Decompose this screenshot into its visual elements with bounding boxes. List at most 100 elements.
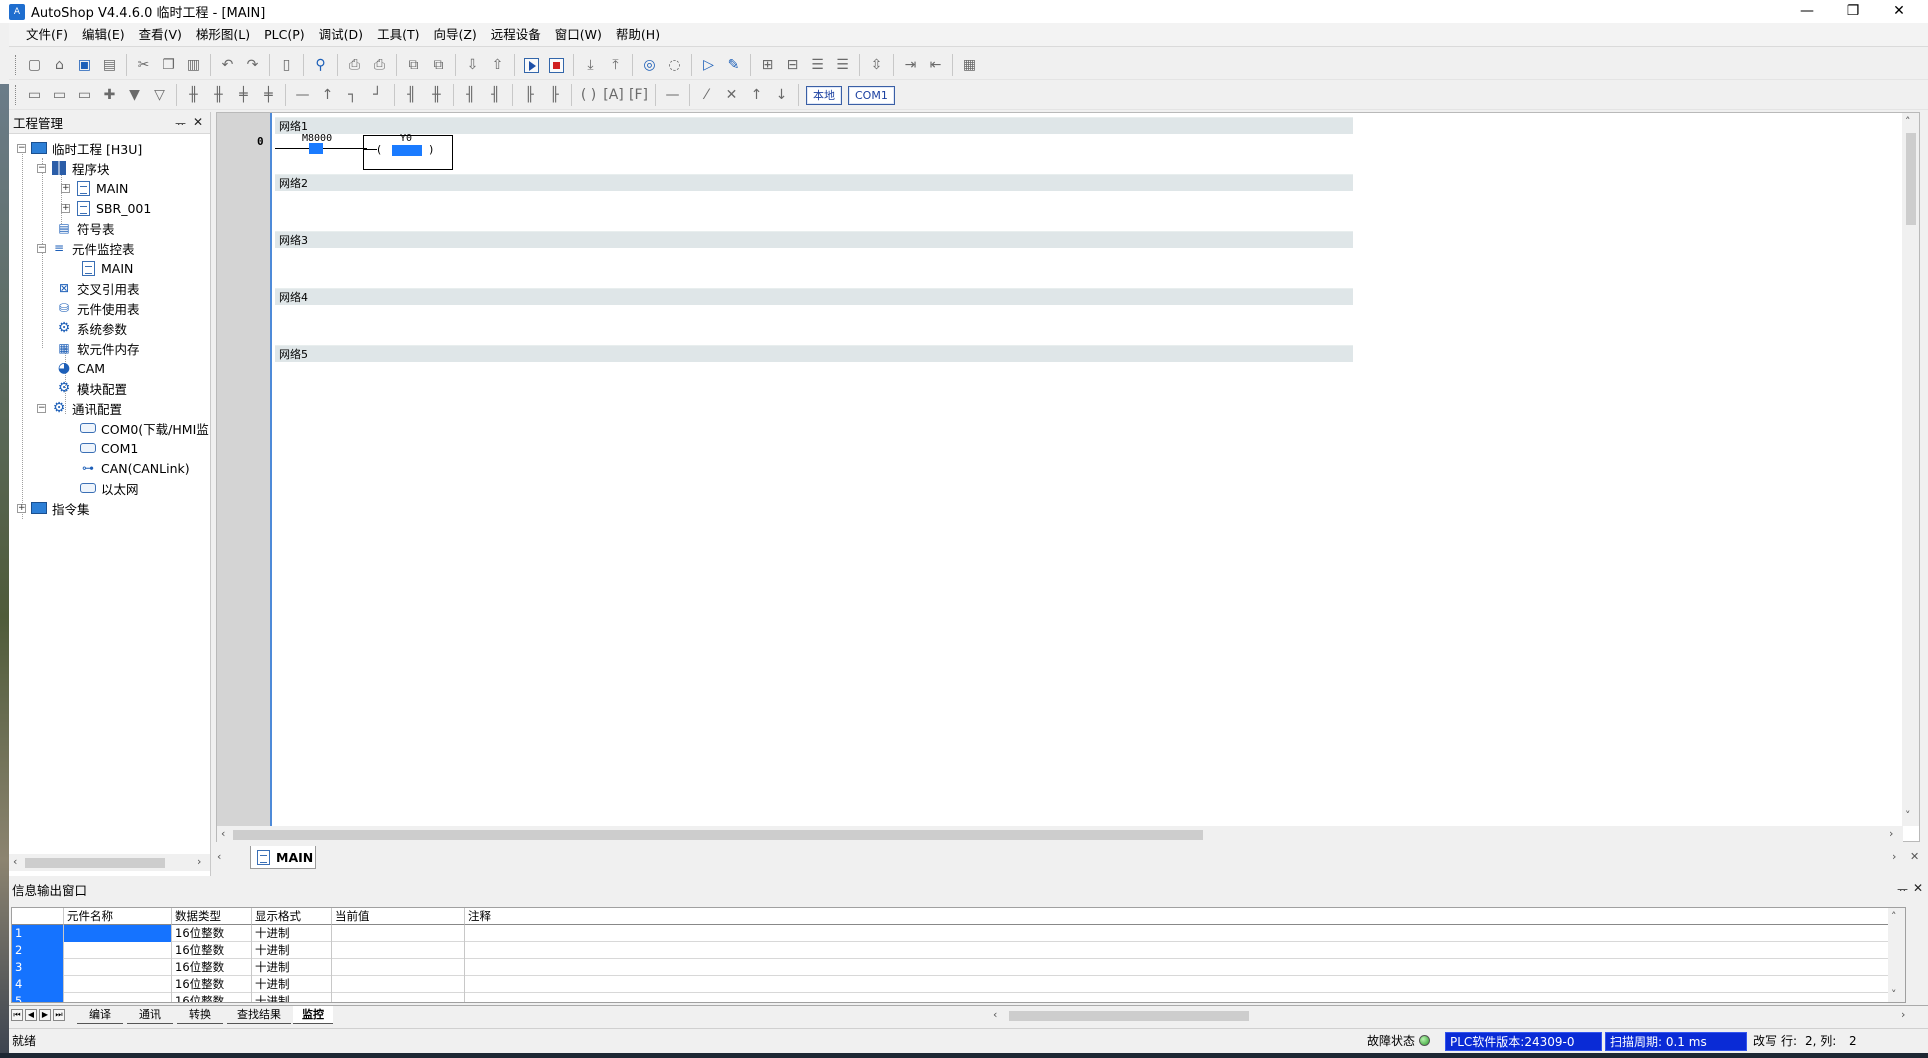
menu-edit[interactable]: 编辑(E) — [75, 24, 132, 46]
branch-open-icon[interactable]: ╫ — [182, 84, 205, 107]
stop-plc-icon[interactable] — [545, 54, 568, 77]
cell-name[interactable] — [64, 942, 172, 959]
grid-corner[interactable] — [12, 908, 64, 925]
expand-toggle[interactable]: + — [61, 183, 70, 193]
il-mode-icon[interactable]: ▭ — [73, 84, 96, 107]
cell-note[interactable] — [465, 942, 1890, 959]
tree-item-comm-config[interactable]: − ⚙ 通讯配置 — [37, 398, 122, 418]
row-index[interactable]: 4 — [12, 976, 64, 993]
monitor-edit-icon[interactable]: ▷ — [697, 54, 720, 77]
tree-item-instruction-set[interactable]: + 指令集 — [17, 498, 90, 518]
download-program-icon[interactable]: ⇩ — [461, 54, 484, 77]
tree-item-com0[interactable]: COM0(下载/HMI监 — [80, 418, 209, 438]
tree-item-main[interactable]: + MAIN — [61, 178, 128, 198]
save-icon[interactable]: ▣ — [73, 54, 96, 77]
down-arrow-icon[interactable]: ↓ — [770, 84, 793, 107]
menu-tools[interactable]: 工具(T) — [370, 24, 426, 46]
tree-item-device-memory[interactable]: ▦ 软元件内存 — [56, 338, 139, 358]
expand-toggle[interactable]: + — [17, 503, 26, 513]
tree-item-usage-table[interactable]: ⛁ 元件使用表 — [56, 298, 140, 318]
cell-note[interactable] — [465, 993, 1890, 1002]
cell-value[interactable] — [332, 976, 465, 993]
close-panel-icon[interactable]: ✕ — [1913, 881, 1923, 895]
row-index[interactable]: 5 — [12, 993, 64, 1002]
search-icon[interactable]: ⚲ — [309, 54, 332, 77]
monitor-stop-icon[interactable]: ◌ — [663, 54, 686, 77]
scroll-right-icon[interactable]: › — [197, 855, 201, 868]
monitor-icon[interactable]: ◎ — [638, 54, 661, 77]
cell-note[interactable] — [465, 925, 1890, 942]
vertical-line-icon[interactable]: ↑ — [316, 84, 339, 107]
menu-debug[interactable]: 调试(D) — [312, 24, 370, 46]
monitor-grid[interactable]: 元件名称 数据类型 显示格式 当前值 注释 1 16位整数 十进制 2 16位整… — [11, 907, 1906, 1003]
editor-vscroll[interactable]: ˄ ˅ — [1902, 113, 1919, 826]
column-header-type[interactable]: 数据类型 — [172, 908, 252, 925]
tab-find-results[interactable]: 查找结果 — [227, 1006, 291, 1024]
delete-wire-icon[interactable]: ✕ — [720, 84, 743, 107]
project-tree-hscroll[interactable]: ‹ › — [9, 854, 210, 871]
tree-item-ethernet[interactable]: 以太网 — [80, 478, 139, 498]
function-block-icon[interactable]: [F] — [627, 84, 650, 107]
cell-name[interactable] — [64, 993, 172, 1002]
rising-edge-icon[interactable]: ╢ — [459, 84, 482, 107]
window-cascade-icon[interactable]: ⧉ — [402, 54, 425, 77]
table-row[interactable]: 3 16位整数 十进制 — [12, 959, 1892, 976]
cell-name[interactable] — [64, 959, 172, 976]
cell-type[interactable]: 16位整数 — [172, 993, 252, 1002]
scroll-down-icon[interactable]: ˅ — [1905, 809, 1911, 822]
scroll-up-icon[interactable]: ˄ — [1891, 910, 1897, 923]
contact-m8000[interactable] — [309, 143, 323, 154]
parallel-closed-icon[interactable]: ╟ — [543, 84, 566, 107]
collapse-toggle[interactable]: − — [37, 243, 46, 253]
expand-toggle[interactable]: + — [61, 203, 70, 213]
tab-close-icon[interactable]: ✕ — [1910, 850, 1919, 863]
table-row[interactable]: 2 16位整数 十进制 — [12, 942, 1892, 959]
print-icon[interactable]: ⎙ — [368, 54, 391, 77]
column-header-name[interactable]: 元件名称 — [64, 908, 172, 925]
ladder-editor[interactable]: 0 网络1 网络2 网络3 网络4 网络5 M8000 Y0 ( ) ˄ ˅ ‹… — [216, 112, 1920, 843]
first-tab-icon[interactable]: ⏮ — [11, 1009, 23, 1021]
corner-line2-icon[interactable]: ┘ — [366, 84, 389, 107]
local-connection-button[interactable]: 本地 — [806, 85, 842, 105]
scroll-right-icon[interactable]: › — [1901, 1008, 1905, 1021]
download-icon[interactable]: ⤓ — [579, 54, 602, 77]
open-folder-icon[interactable]: ⌂ — [48, 54, 71, 77]
horizontal-line-icon[interactable]: — — [291, 84, 314, 107]
collapse-toggle[interactable]: − — [37, 163, 46, 173]
tree-item-sbr001[interactable]: + SBR_001 — [61, 198, 151, 218]
close-panel-icon[interactable]: ✕ — [193, 115, 203, 129]
tree-item-cam[interactable]: ◕ CAM — [56, 358, 105, 378]
cell-note[interactable] — [465, 959, 1890, 976]
table-row[interactable]: 5 16位整数 十进制 — [12, 993, 1892, 1002]
cell-format[interactable]: 十进制 — [252, 959, 332, 976]
tree-item-symbol-table[interactable]: ▤ 符号表 — [56, 218, 114, 238]
branch-close-icon[interactable]: ╫ — [207, 84, 230, 107]
tree-item-system-params[interactable]: ⚙ 系统参数 — [56, 318, 127, 338]
last-tab-icon[interactable]: ⏭ — [53, 1009, 65, 1021]
upload-program-icon[interactable]: ⇧ — [486, 54, 509, 77]
cell-value[interactable] — [332, 959, 465, 976]
prev-tab-icon[interactable]: ◀ — [25, 1009, 37, 1021]
menu-view[interactable]: 查看(V) — [132, 24, 189, 46]
normally-open-icon[interactable]: ╢ — [400, 84, 423, 107]
tree-item-monitor-table[interactable]: − ≡ 元件监控表 — [37, 238, 135, 258]
print-preview-icon[interactable]: ⎙ — [343, 54, 366, 77]
sfc-mode-icon[interactable]: ▭ — [48, 84, 71, 107]
corner-line-icon[interactable]: ┐ — [341, 84, 364, 107]
force-off-icon[interactable]: ⊟ — [781, 54, 804, 77]
set-value-icon[interactable]: ☰ — [806, 54, 829, 77]
collapse-toggle[interactable]: − — [17, 143, 26, 153]
cell-type[interactable]: 16位整数 — [172, 925, 252, 942]
menu-window[interactable]: 窗口(W) — [548, 24, 609, 46]
tab-convert[interactable]: 转换 — [177, 1006, 223, 1024]
toolbar-grip[interactable] — [15, 85, 18, 105]
app-instruction-icon[interactable]: [A] — [602, 84, 625, 107]
logout-icon[interactable]: ⇤ — [924, 54, 947, 77]
column-header-value[interactable]: 当前值 — [332, 908, 465, 925]
parallel-open-icon[interactable]: ╟ — [518, 84, 541, 107]
tab-monitor[interactable]: 监控 — [293, 1006, 333, 1024]
up-arrow-icon[interactable]: ↑ — [745, 84, 768, 107]
tab-compile[interactable]: 编译 — [77, 1006, 123, 1024]
tree-item-project[interactable]: − 临时工程 [H3U] — [17, 138, 142, 158]
row-index[interactable]: 2 — [12, 942, 64, 959]
